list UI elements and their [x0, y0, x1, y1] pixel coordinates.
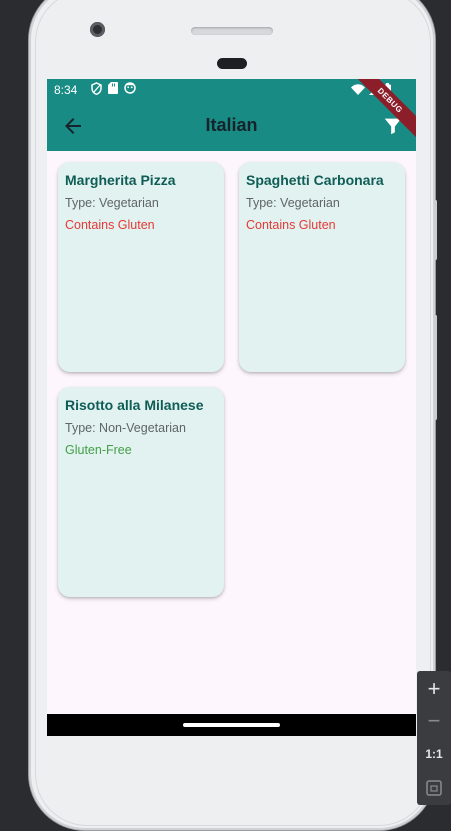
- home-indicator[interactable]: [183, 723, 280, 727]
- dish-card[interactable]: Risotto alla Milanese Type: Non-Vegetari…: [58, 387, 224, 597]
- dish-type: Type: Vegetarian: [246, 196, 340, 210]
- dish-card[interactable]: Spaghetti Carbonara Type: Vegetarian Con…: [239, 162, 405, 372]
- power-button: [434, 315, 437, 420]
- dish-name: Risotto alla Milanese: [65, 397, 204, 413]
- earpiece-speaker: [191, 27, 273, 35]
- volume-button: [434, 200, 437, 260]
- proximity-sensor: [217, 58, 247, 69]
- dish-type: Type: Non-Vegetarian: [65, 421, 186, 435]
- app-bar: Italian: [47, 101, 416, 151]
- gluten-status: Contains Gluten: [65, 218, 155, 232]
- face-icon: [124, 82, 136, 94]
- zoom-in-button[interactable]: +: [417, 673, 451, 705]
- actual-size-button[interactable]: 1:1: [417, 738, 451, 770]
- wifi-icon: [351, 83, 365, 95]
- zoom-out-button[interactable]: −: [417, 705, 451, 737]
- device-screen: 8:34 Italian DEBUG Margherita Pizza Type…: [47, 79, 416, 736]
- dish-name: Margherita Pizza: [65, 172, 176, 188]
- gluten-status: Gluten-Free: [65, 443, 132, 457]
- sd-card-icon: [108, 82, 118, 94]
- navigation-bar: [47, 714, 416, 736]
- page-title: Italian: [205, 115, 258, 135]
- fit-screen-icon[interactable]: [426, 780, 442, 796]
- dish-type: Type: Vegetarian: [65, 196, 159, 210]
- status-left-icons: [91, 82, 136, 95]
- dish-name: Spaghetti Carbonara: [246, 172, 384, 188]
- dish-card[interactable]: Margherita Pizza Type: Vegetarian Contai…: [58, 162, 224, 372]
- emulator-zoom-toolbar: + − 1:1: [417, 671, 451, 805]
- front-camera: [90, 22, 105, 37]
- gluten-status: Contains Gluten: [246, 218, 336, 232]
- shield-icon: [91, 82, 102, 95]
- status-time: 8:34: [54, 83, 78, 97]
